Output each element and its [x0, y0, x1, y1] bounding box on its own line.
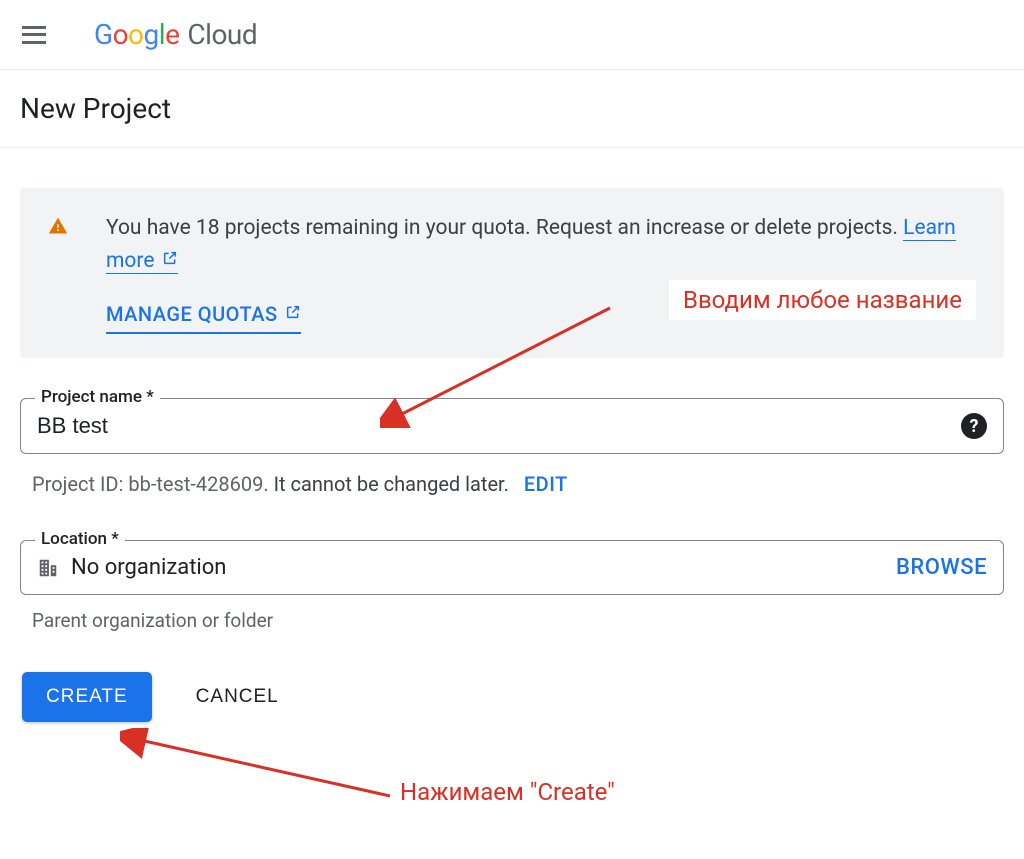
location-label: Location *	[35, 529, 125, 549]
quota-warning-box: You have 18 projects remaining in your q…	[20, 188, 1004, 358]
browse-button[interactable]: BROWSE	[896, 555, 987, 580]
project-id-prefix: Project ID:	[32, 472, 123, 496]
external-link-icon	[281, 305, 302, 325]
location-field[interactable]: Location * No organization BROWSE	[20, 540, 1004, 595]
help-icon[interactable]: ?	[961, 413, 987, 439]
external-link-icon	[157, 251, 177, 271]
annotation-press-create: Нажимаем "Create"	[400, 778, 615, 806]
cancel-button[interactable]: CANCEL	[196, 686, 279, 708]
warning-icon	[48, 216, 68, 241]
google-cloud-logo: Google Cloud	[94, 18, 257, 51]
hamburger-menu-icon[interactable]	[22, 26, 46, 44]
button-row: CREATE CANCEL	[20, 672, 1004, 722]
quota-message: You have 18 projects remaining in your q…	[106, 216, 898, 240]
organization-icon	[37, 557, 59, 579]
create-button[interactable]: CREATE	[22, 672, 152, 722]
project-name-field[interactable]: Project name * ?	[20, 398, 1004, 454]
location-helper-text: Parent organization or folder	[20, 609, 1004, 632]
edit-project-id-button[interactable]: EDIT	[524, 472, 568, 496]
project-name-input[interactable]	[37, 413, 961, 439]
page-title-row: New Project	[0, 70, 1024, 148]
location-value: No organization	[71, 555, 896, 580]
content-area: You have 18 projects remaining in your q…	[0, 148, 1024, 722]
project-id-note: cannot be changed later.	[291, 472, 509, 496]
project-id-value: bb-test-428609.	[128, 472, 268, 496]
project-id-row: Project ID: bb-test-428609. It cannot be…	[20, 472, 1004, 496]
logo-cloud-text: Cloud	[187, 18, 257, 51]
annotation-arrow-2	[120, 728, 400, 808]
page-title: New Project	[20, 92, 1004, 125]
annotation-enter-name: Вводим любое название	[669, 280, 976, 320]
project-name-label: Project name *	[35, 387, 160, 407]
top-bar: Google Cloud	[0, 0, 1024, 70]
manage-quotas-link[interactable]: MANAGE QUOTAS	[106, 299, 301, 334]
